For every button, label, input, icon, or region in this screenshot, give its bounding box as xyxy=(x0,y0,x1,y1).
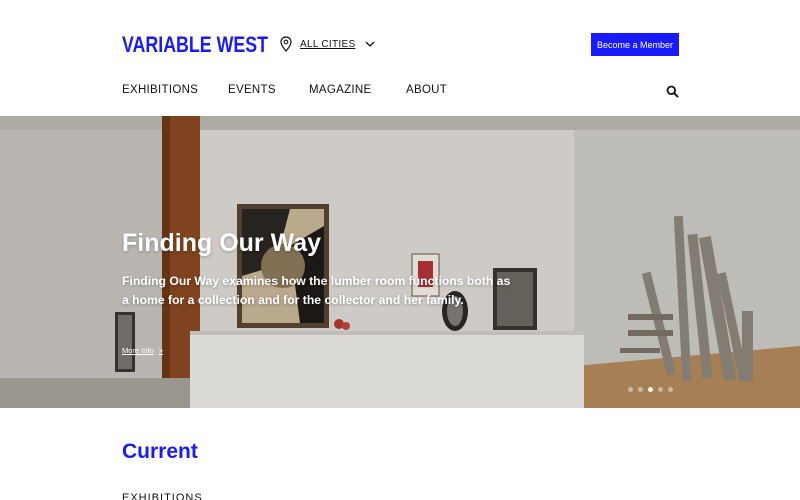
svg-text:VARIABLE WEST: VARIABLE WEST xyxy=(122,32,268,57)
carousel-dot-5[interactable] xyxy=(668,387,673,392)
city-selector[interactable]: ALL CITIES xyxy=(280,36,375,52)
hero-description: Finding Our Way examines how the lumber … xyxy=(122,274,511,307)
hero-title: Finding Our Way xyxy=(122,229,322,257)
more-info-label: More Info xyxy=(122,346,154,355)
map-pin-icon xyxy=(280,36,292,52)
search-icon[interactable] xyxy=(666,85,679,98)
gallery-photo xyxy=(0,116,800,408)
main-nav: EXHIBITIONS EVENTS MAGAZINE ABOUT xyxy=(0,84,800,100)
carousel-dot-3[interactable] xyxy=(648,387,653,392)
section-subheading-exhibitions: EXHIBITIONS xyxy=(122,492,203,500)
logo[interactable]: VARIABLE WEST xyxy=(122,30,270,60)
nav-item-exhibitions[interactable]: EXHIBITIONS xyxy=(122,84,198,96)
chevron-down-icon xyxy=(365,41,375,47)
city-selector-label: ALL CITIES xyxy=(300,38,356,50)
site-header: VARIABLE WEST ALL CITIES Become a Member… xyxy=(0,0,800,116)
carousel-dot-2[interactable] xyxy=(638,387,643,392)
hero-carousel: Finding Our Way Finding Our Way examines… xyxy=(0,116,800,408)
nav-item-events[interactable]: EVENTS xyxy=(228,84,276,96)
carousel-dots xyxy=(628,387,673,392)
section-title-current: Current xyxy=(122,440,198,463)
nav-item-about[interactable]: ABOUT xyxy=(406,84,447,96)
carousel-dot-1[interactable] xyxy=(628,387,633,392)
chevron-right-icon: > xyxy=(158,346,164,355)
more-info-link[interactable]: More Info > xyxy=(122,346,163,355)
become-member-button[interactable]: Become a Member xyxy=(591,33,679,56)
nav-item-magazine[interactable]: MAGAZINE xyxy=(309,84,371,96)
carousel-dot-4[interactable] xyxy=(658,387,663,392)
